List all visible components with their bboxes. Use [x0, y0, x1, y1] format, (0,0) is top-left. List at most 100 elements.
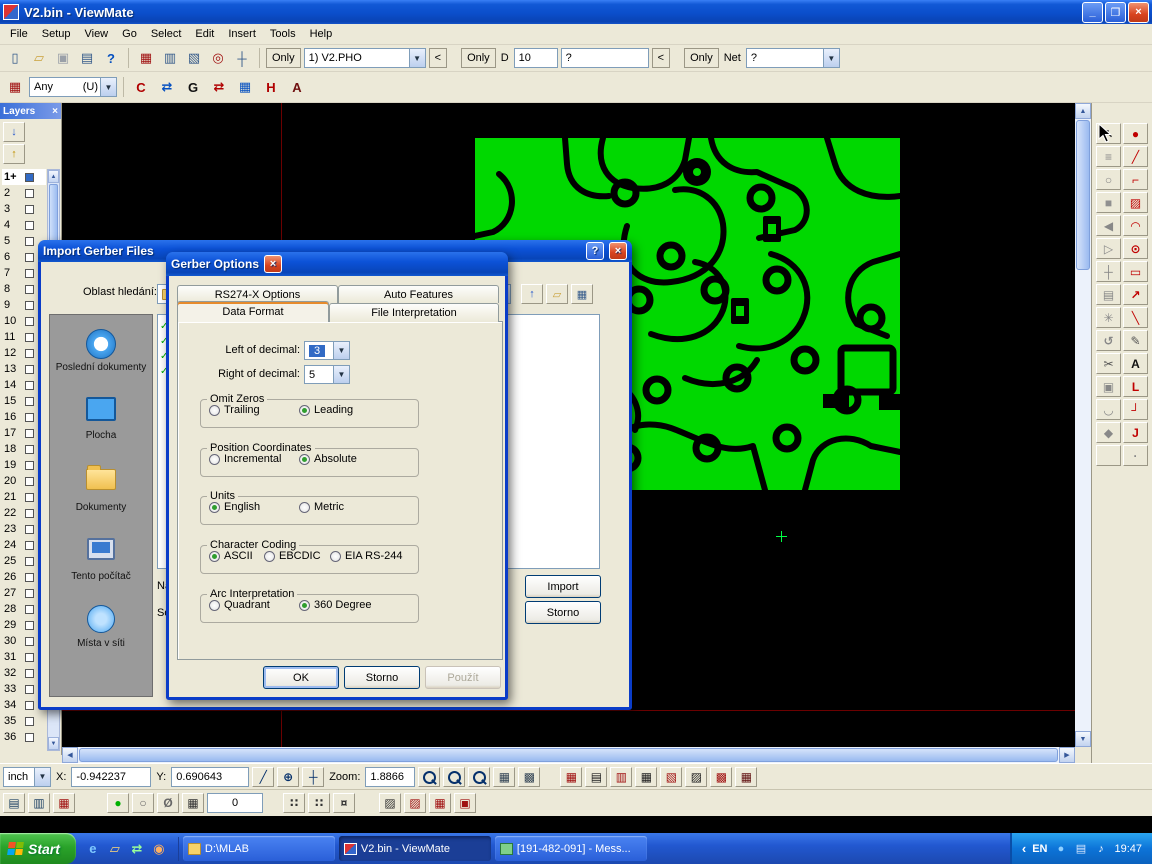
chevron-down-icon[interactable]: ▼: [409, 49, 425, 67]
selection-display-icon[interactable]: ▧: [660, 767, 682, 787]
taskbar-window-messenger[interactable]: [191-482-091] - Mess...: [495, 836, 647, 861]
layer-row[interactable]: 35: [2, 713, 46, 729]
layer-row[interactable]: 3: [2, 201, 46, 217]
scrollbar-thumb[interactable]: [1076, 120, 1090, 270]
letter-g-icon[interactable]: G: [182, 76, 204, 98]
layer-visibility-checkbox[interactable]: [25, 285, 34, 294]
left-of-decimal-combo[interactable]: 3 ▼: [304, 341, 350, 360]
dialog-close-button[interactable]: ×: [264, 255, 282, 273]
undo-tool-icon[interactable]: ↺: [1096, 330, 1121, 351]
bulb-icon[interactable]: ○: [132, 793, 154, 813]
mirror-tool-icon[interactable]: ◀: [1096, 215, 1121, 236]
menu-item[interactable]: Insert: [221, 26, 263, 42]
layer-file-combo[interactable]: 1) V2.PHO ▼: [304, 48, 426, 68]
layer-row[interactable]: 2: [2, 185, 46, 201]
measure-icon[interactable]: ╱: [252, 767, 274, 787]
layer-visibility-checkbox[interactable]: [25, 189, 34, 198]
storno-button[interactable]: Storno: [344, 666, 420, 689]
scrollbar-thumb[interactable]: [79, 748, 1058, 762]
probe-icon[interactable]: Ø: [157, 793, 179, 813]
layer-visibility-checkbox[interactable]: [25, 573, 34, 582]
pour-display-icon[interactable]: ▦: [635, 767, 657, 787]
anchor-icon[interactable]: ¤: [333, 793, 355, 813]
stamp-tool-icon[interactable]: ▣: [1096, 376, 1121, 397]
axes-icon[interactable]: ┼: [231, 47, 253, 69]
layer-visibility-checkbox[interactable]: [25, 349, 34, 358]
place-documents[interactable]: Dokumenty: [50, 469, 152, 535]
diamond-tool-icon[interactable]: ◆: [1096, 422, 1121, 443]
rect-tool-icon[interactable]: ▭: [1123, 261, 1148, 282]
tab-auto-features[interactable]: Auto Features: [338, 285, 499, 303]
letter-j-tool-icon[interactable]: J: [1123, 422, 1148, 443]
menu-item[interactable]: File: [3, 26, 35, 42]
star-tool-icon[interactable]: ✳: [1096, 307, 1121, 328]
layer-visibility-checkbox[interactable]: [25, 301, 34, 310]
volume-tray-icon[interactable]: ♪: [1093, 841, 1108, 856]
context-help-icon[interactable]: ?: [100, 47, 122, 69]
layer-row[interactable]: 4: [2, 217, 46, 233]
only-layer-button[interactable]: Only: [266, 48, 301, 68]
dcode-table-icon[interactable]: ▦: [135, 47, 157, 69]
flash-display-icon[interactable]: ▩: [710, 767, 732, 787]
layer-visibility-checkbox[interactable]: [25, 237, 34, 246]
menu-item[interactable]: Select: [144, 26, 189, 42]
layer-visibility-checkbox[interactable]: [25, 221, 34, 230]
text-tool-icon[interactable]: A: [1123, 353, 1148, 374]
letter-l-tool-icon[interactable]: L: [1123, 376, 1148, 397]
y-coordinate-field[interactable]: 0.690643: [171, 767, 249, 787]
slash-tool-icon[interactable]: ╲: [1123, 307, 1148, 328]
layer-visibility-checkbox[interactable]: [25, 493, 34, 502]
crosshair-icon[interactable]: ┼: [302, 767, 324, 787]
layer-visibility-checkbox[interactable]: [25, 733, 34, 742]
ie-icon[interactable]: e: [84, 840, 102, 858]
keyboard-tray-icon[interactable]: ▤: [1073, 841, 1088, 856]
swap-items-icon[interactable]: ⇄: [208, 76, 230, 98]
layer-visibility-checkbox[interactable]: [25, 541, 34, 550]
radio-quadrant[interactable]: [209, 600, 220, 611]
chevron-down-icon[interactable]: ▼: [823, 49, 839, 67]
stack-tool-icon[interactable]: ≡: [1096, 146, 1121, 167]
zoom-window-icon[interactable]: [443, 767, 465, 787]
layer-down-button[interactable]: ↓: [3, 122, 25, 142]
donut-tool-icon[interactable]: ⊙: [1123, 238, 1148, 259]
mask-display-icon[interactable]: ▨: [685, 767, 707, 787]
import-button[interactable]: Import: [525, 575, 601, 598]
unit-combo[interactable]: inch ▼: [3, 767, 51, 787]
prev-dcode-button[interactable]: <: [652, 48, 670, 68]
selection-filter-combo[interactable]: Any (U) ▼: [29, 77, 117, 97]
layer-visibility-checkbox[interactable]: [25, 461, 34, 470]
explorer-folder-icon[interactable]: ▱: [106, 840, 124, 858]
layer-visibility-checkbox[interactable]: [25, 269, 34, 278]
zoom-value-field[interactable]: 1.8866: [365, 767, 415, 787]
scroll-left-icon[interactable]: ◀: [62, 747, 78, 763]
hatch-tool-icon[interactable]: ▨: [1123, 192, 1148, 213]
layers-close-icon[interactable]: ×: [52, 106, 58, 117]
open-file-icon[interactable]: ▱: [28, 47, 50, 69]
filter-grid-icon[interactable]: ▦: [4, 76, 26, 98]
radio-leading[interactable]: [299, 405, 310, 416]
start-button[interactable]: Start: [0, 833, 76, 864]
radio-incremental[interactable]: [209, 454, 220, 465]
arc-tool-icon[interactable]: ◠: [1123, 215, 1148, 236]
apply-button[interactable]: Použít: [425, 666, 501, 689]
taskbar-window-viewmate[interactable]: V2.bin - ViewMate: [339, 836, 491, 861]
menu-item[interactable]: Edit: [188, 26, 221, 42]
radio-ascii[interactable]: [209, 551, 220, 562]
texture-icon[interactable]: ▨: [379, 793, 401, 813]
square-tool-icon[interactable]: ■: [1096, 192, 1121, 213]
tray-chevron-icon[interactable]: ‹: [1022, 841, 1026, 856]
layer-visibility-checkbox[interactable]: [25, 173, 34, 182]
layer-visibility-checkbox[interactable]: [25, 637, 34, 646]
snap-grid-icon[interactable]: ▦: [182, 793, 204, 813]
ok-button[interactable]: OK: [263, 666, 339, 689]
target-icon[interactable]: ◎: [207, 47, 229, 69]
letter-a-icon[interactable]: A: [286, 76, 308, 98]
layer-up-button[interactable]: ↑: [3, 144, 25, 164]
layer-visibility-checkbox[interactable]: [25, 621, 34, 630]
highlight-c-icon[interactable]: C: [130, 76, 152, 98]
line-tool-icon[interactable]: ╱: [1123, 146, 1148, 167]
film-box-icon[interactable]: ▧: [183, 47, 205, 69]
dialog-help-button[interactable]: ?: [586, 242, 604, 260]
menu-item[interactable]: Help: [303, 26, 340, 42]
radio-ebcdic[interactable]: [264, 551, 275, 562]
